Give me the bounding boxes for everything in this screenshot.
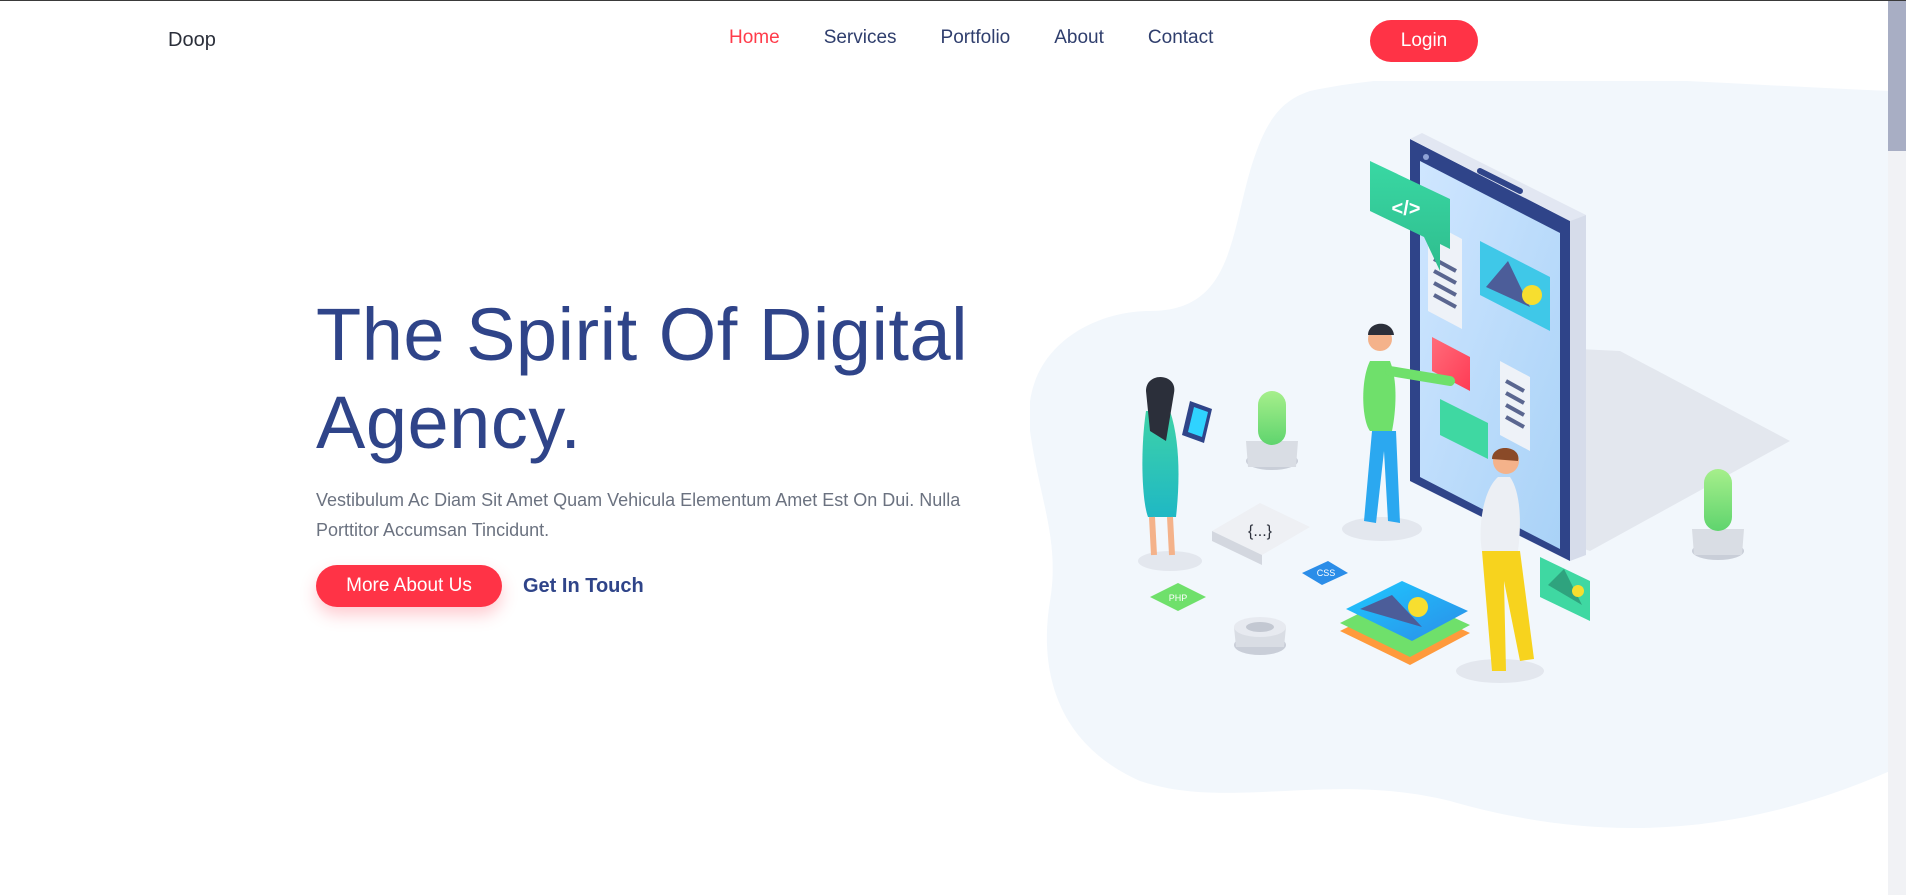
svg-text:{...}: {...} [1248,523,1273,540]
empty-pot [1234,617,1286,655]
login-button[interactable]: Login [1370,20,1478,62]
nav-link-services[interactable]: Services [824,27,897,49]
hero-illustration: </> {...} PHP CSS [1030,81,1890,828]
page-scrollbar[interactable] [1888,1,1906,895]
hero-section: The Spirit Of Digital Agency. Vestibulum… [316,291,1036,607]
hero-title-line-2: Agency. [316,381,582,464]
svg-text:CSS: CSS [1317,568,1336,578]
brand-logo[interactable]: Doop [168,29,216,52]
hero-cta-group: More About Us Get In Touch [316,565,1036,607]
nav-link-home[interactable]: Home [729,27,780,49]
nav-link-portfolio[interactable]: Portfolio [941,27,1011,49]
hero-title: The Spirit Of Digital Agency. [316,291,1036,467]
main-nav: Home Services Portfolio About Contact [729,27,1213,49]
hero-title-line-1: The Spirit Of Digital [316,293,969,376]
svg-text:</>: </> [1392,198,1421,220]
nav-link-contact[interactable]: Contact [1148,27,1213,49]
hero-description: Vestibulum Ac Diam Sit Amet Quam Vehicul… [316,490,961,540]
svg-text:PHP: PHP [1169,593,1188,603]
nav-link-about[interactable]: About [1054,27,1104,49]
get-in-touch-link[interactable]: Get In Touch [523,575,644,598]
more-about-us-button[interactable]: More About Us [316,565,502,607]
scrollbar-thumb[interactable] [1888,1,1906,151]
